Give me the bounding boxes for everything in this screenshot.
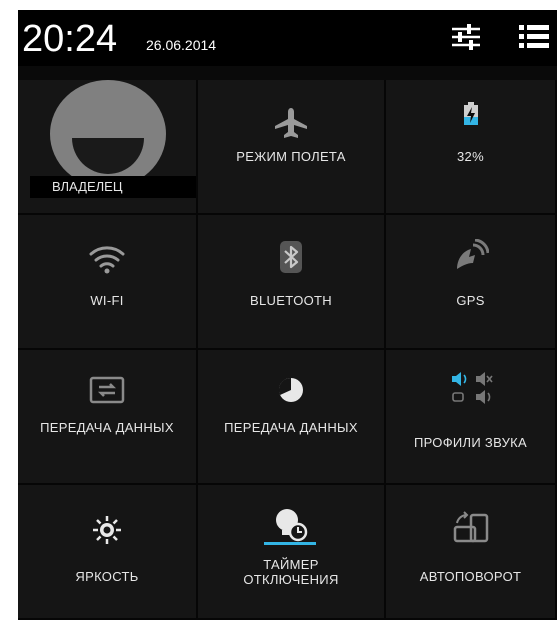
- active-indicator: [264, 542, 316, 545]
- quick-settings-panel: 20:24 26.06.2014 ВЛАДЕЛЕЦ РЕЖИМ ПОЛЕТА 3…: [18, 10, 557, 620]
- data-usage-icon: [198, 376, 384, 409]
- brightness-icon: [18, 515, 196, 550]
- date: 26.06.2014: [146, 37, 217, 53]
- sleep-timer-label: ТАЙМЕР ОТКЛЮЧЕНИЯ: [243, 557, 339, 587]
- status-bar: 20:24 26.06.2014: [18, 10, 557, 66]
- sound-profiles-tile[interactable]: ПРОФИЛИ ЗВУКА: [386, 350, 557, 485]
- avatar: [50, 80, 166, 188]
- owner-tile[interactable]: ВЛАДЕЛЕЦ: [18, 80, 198, 215]
- auto-rotate-label: АВТОПОВОРОТ: [419, 569, 522, 584]
- bluetooth-label: BLUETOOTH: [250, 293, 332, 308]
- auto-rotate-icon: [386, 511, 555, 550]
- bluetooth-icon: [198, 241, 384, 278]
- battery-label: 32%: [457, 149, 484, 164]
- data-transfer-label-1: ПЕРЕДАЧА ДАННЫХ: [40, 420, 174, 435]
- airplane-icon: [198, 106, 384, 145]
- sound-profiles-label: ПРОФИЛИ ЗВУКА: [413, 435, 528, 450]
- quick-settings-grid: ВЛАДЕЛЕЦ РЕЖИМ ПОЛЕТА 32% WI-FI BLUETOOT…: [18, 80, 557, 620]
- airplane-mode-tile[interactable]: РЕЖИМ ПОЛЕТА: [198, 80, 386, 215]
- gps-tile[interactable]: GPS: [386, 215, 557, 350]
- sliders-icon[interactable]: [450, 22, 482, 52]
- data-transfer-label-2: ПЕРЕДАЧА ДАННЫХ: [224, 420, 358, 435]
- sleep-timer-tile[interactable]: ТАЙМЕР ОТКЛЮЧЕНИЯ: [198, 485, 386, 620]
- data-transfer-tile-2[interactable]: ПЕРЕДАЧА ДАННЫХ: [198, 350, 386, 485]
- clock: 20:24: [22, 18, 118, 60]
- wifi-label: WI-FI: [90, 293, 124, 308]
- battery-charging-icon: [386, 102, 555, 131]
- list-icon[interactable]: [517, 22, 549, 52]
- sound-profiles-icon: [386, 372, 555, 411]
- gps-icon: [386, 238, 555, 278]
- data-transfer-tile-1[interactable]: ПЕРЕДАЧА ДАННЫХ: [18, 350, 198, 485]
- owner-label: ВЛАДЕЛЕЦ: [30, 176, 196, 198]
- brightness-label: ЯРКОСТЬ: [75, 569, 139, 584]
- wifi-tile[interactable]: WI-FI: [18, 215, 198, 350]
- battery-tile[interactable]: 32%: [386, 80, 557, 215]
- data-transfer-icon: [18, 376, 196, 409]
- airplane-mode-label: РЕЖИМ ПОЛЕТА: [236, 149, 346, 164]
- gps-label: GPS: [456, 293, 485, 308]
- bluetooth-tile[interactable]: BLUETOOTH: [198, 215, 386, 350]
- wifi-icon: [18, 243, 196, 280]
- brightness-tile[interactable]: ЯРКОСТЬ: [18, 485, 198, 620]
- auto-rotate-tile[interactable]: АВТОПОВОРОТ: [386, 485, 557, 620]
